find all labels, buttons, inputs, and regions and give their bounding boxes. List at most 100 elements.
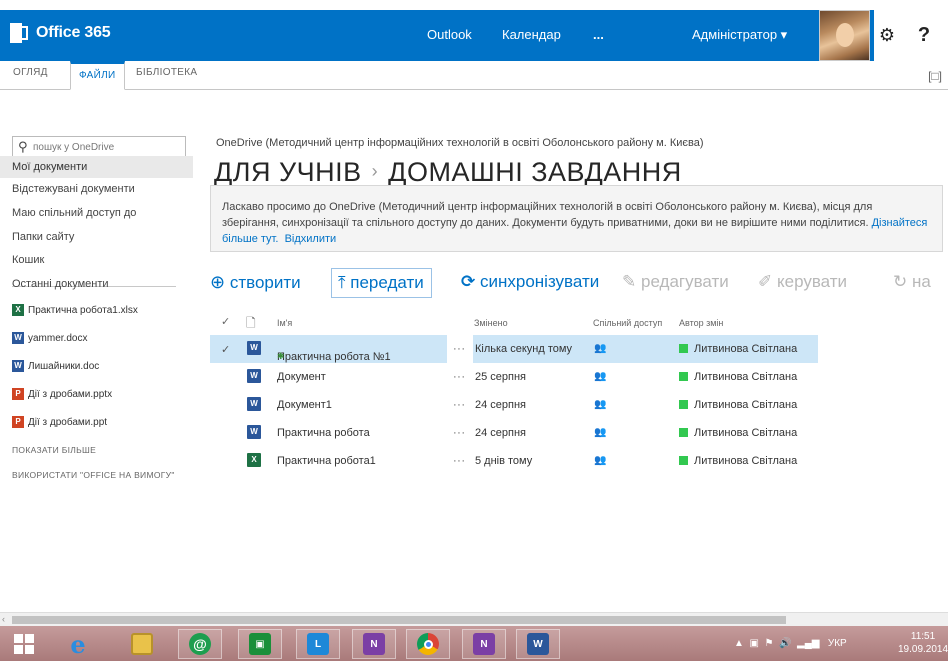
modified-date: 25 серпня — [475, 371, 527, 383]
breadcrumb-parent[interactable]: ДЛЯ УЧНІВ — [214, 157, 362, 187]
tab-browse[interactable]: ОГЛЯД — [13, 67, 48, 78]
nav-my-documents[interactable]: Мої документи — [0, 156, 193, 178]
show-hidden-icons-icon[interactable]: ▲ — [734, 638, 744, 649]
office365-logo[interactable]: Office 365 — [10, 22, 111, 44]
column-sharing[interactable]: Спільний доступ — [593, 318, 662, 328]
dismiss-link[interactable]: Відхилити — [285, 233, 337, 245]
action-center-icon[interactable]: ⚑ — [764, 638, 773, 649]
modified-date: 5 днів тому — [475, 455, 533, 467]
manage-button[interactable]: ✐ керувати — [758, 268, 847, 298]
people-icon[interactable]: 👥 — [594, 455, 606, 466]
gear-icon[interactable]: ⚙ — [874, 10, 900, 61]
recent-item[interactable]: P Дії з дробами.ppt — [12, 416, 107, 428]
office-on-demand-link[interactable]: ВИКОРИСТАТИ "OFFICE НА ВИМОГУ" — [12, 470, 175, 480]
new-button[interactable]: ⊕ створити — [210, 268, 301, 298]
file-type-header-icon[interactable]: 🗋 — [246, 314, 256, 335]
nav-shared-with-me[interactable]: Маю спільний доступ до — [0, 202, 193, 224]
modified-date: 24 серпня — [475, 427, 527, 439]
people-icon[interactable]: 👥 — [594, 399, 606, 410]
file-name[interactable]: Документ1 — [277, 399, 332, 411]
powerpoint-file-icon: P — [12, 388, 24, 400]
file-name[interactable]: Документ — [277, 371, 326, 383]
volume-icon[interactable]: 🔊 — [779, 638, 791, 649]
modified-by[interactable]: Литвинова Світлана — [694, 371, 797, 383]
nav-followed-documents[interactable]: Відстежувані документи — [0, 178, 193, 200]
people-icon[interactable]: 👥 — [594, 427, 606, 438]
horizontal-scrollbar[interactable]: ‹ — [0, 612, 948, 626]
store-icon[interactable]: ▣ — [238, 629, 282, 659]
lync-icon[interactable]: L — [296, 629, 340, 659]
chrome-icon[interactable] — [406, 629, 450, 659]
pencil-icon: ✎ — [622, 272, 637, 291]
tab-library[interactable]: БІБЛІОТЕКА — [136, 67, 197, 78]
top-strip — [0, 0, 948, 10]
excel-file-icon: X — [247, 453, 261, 467]
onenote-icon[interactable]: N — [462, 629, 506, 659]
windows-logo-icon[interactable] — [2, 629, 46, 659]
powerpoint-file-icon: P — [12, 416, 24, 428]
recent-item[interactable]: X Практична робота1.xlsx — [12, 304, 138, 316]
word-file-icon: W — [247, 341, 261, 355]
internet-explorer-icon[interactable]: e — [56, 629, 100, 659]
ellipsis-icon[interactable]: ··· — [453, 371, 466, 383]
word-icon[interactable]: W — [516, 629, 560, 659]
focus-content-icon[interactable]: [□] — [928, 69, 942, 83]
new-label: створити — [229, 273, 301, 292]
row-check[interactable]: ✓ — [221, 343, 230, 356]
edit-button[interactable]: ✎ редагувати — [622, 268, 729, 298]
file-explorer-icon[interactable] — [120, 629, 164, 659]
onenote-icon[interactable]: N — [352, 629, 396, 659]
modified-by[interactable]: Литвинова Світлана — [694, 343, 797, 355]
table-row[interactable]: W Документ1 ··· 24 серпня 👥 Литвинова Св… — [210, 391, 818, 419]
tab-files[interactable]: ФАЙЛИ — [70, 61, 125, 90]
left-nav: ⚲ пошук у OneDrive Мої документи Відстеж… — [0, 90, 200, 612]
file-name[interactable]: Практична робота — [277, 427, 370, 439]
edit-label: редагувати — [640, 272, 729, 291]
sync-label: синхронізувати — [479, 272, 600, 291]
column-modified[interactable]: Змінено — [474, 318, 508, 328]
table-row[interactable]: ✓ W Практична робота №1 ✱ ··· Кілька сек… — [210, 335, 818, 363]
recent-item[interactable]: P Дії з дробами.pptx — [12, 388, 112, 400]
sync-button[interactable]: ⟳ синхронізувати — [461, 268, 599, 298]
ellipsis-icon[interactable]: ··· — [453, 455, 466, 467]
avatar[interactable] — [819, 10, 870, 61]
ellipsis-icon[interactable]: ··· — [453, 399, 466, 411]
modified-by[interactable]: Литвинова Світлана — [694, 455, 797, 467]
nav-outlook[interactable]: Outlook — [427, 27, 472, 42]
show-more-link[interactable]: ПОКАЗАТИ БІЛЬШЕ — [12, 445, 96, 455]
table-row[interactable]: W Практична робота ··· 24 серпня 👥 Литви… — [210, 419, 818, 447]
language-indicator[interactable]: УКР — [828, 638, 847, 649]
recent-item[interactable]: W yammer.docx — [12, 332, 87, 344]
site-name[interactable]: OneDrive (Методичний центр інформаційних… — [216, 137, 704, 149]
signal-icon[interactable]: ▂▄▆ — [797, 638, 819, 649]
nav-more[interactable]: ... — [593, 27, 604, 42]
column-modified-by[interactable]: Автор змін — [679, 318, 723, 328]
column-name[interactable]: Ім'я — [277, 318, 292, 328]
scrollbar-thumb[interactable] — [12, 616, 786, 624]
presence-indicator — [679, 344, 688, 353]
select-all-check[interactable]: ✓ — [221, 315, 230, 328]
file-name[interactable]: Практична робота1 — [277, 455, 376, 467]
scroll-left-icon[interactable]: ‹ — [2, 614, 5, 624]
table-row[interactable]: W Документ ··· 25 серпня 👥 Литвинова Сві… — [210, 363, 818, 391]
nav-site-folders[interactable]: Папки сайту — [0, 226, 193, 248]
modified-by[interactable]: Литвинова Світлана — [694, 427, 797, 439]
ellipsis-icon[interactable]: ··· — [453, 343, 466, 355]
network-icon[interactable]: ▣ — [749, 638, 758, 649]
ellipsis-icon[interactable]: ··· — [453, 427, 466, 439]
modified-by[interactable]: Литвинова Світлана — [694, 399, 797, 411]
share-button[interactable]: ↻ на — [893, 268, 931, 298]
help-icon[interactable]: ? — [900, 10, 948, 61]
nav-admin[interactable]: Адміністратор ▾ — [692, 27, 787, 43]
recent-item[interactable]: W Лишайники.doc — [12, 360, 99, 372]
nav-recycle-bin[interactable]: Кошик — [0, 249, 193, 271]
upload-button[interactable]: ⤒ передати — [331, 268, 432, 298]
nav-calendar[interactable]: Календар — [502, 27, 561, 42]
email-icon[interactable]: @ — [178, 629, 222, 659]
share-label: на — [911, 272, 931, 291]
people-icon[interactable]: 👥 — [594, 343, 606, 354]
clock[interactable]: 11:51 19.09.2014 — [898, 630, 948, 656]
table-row[interactable]: X Практична робота1 ··· 5 днів тому 👥 Ли… — [210, 447, 818, 475]
people-icon[interactable]: 👥 — [594, 371, 606, 382]
breadcrumb-separator: › — [371, 161, 379, 181]
